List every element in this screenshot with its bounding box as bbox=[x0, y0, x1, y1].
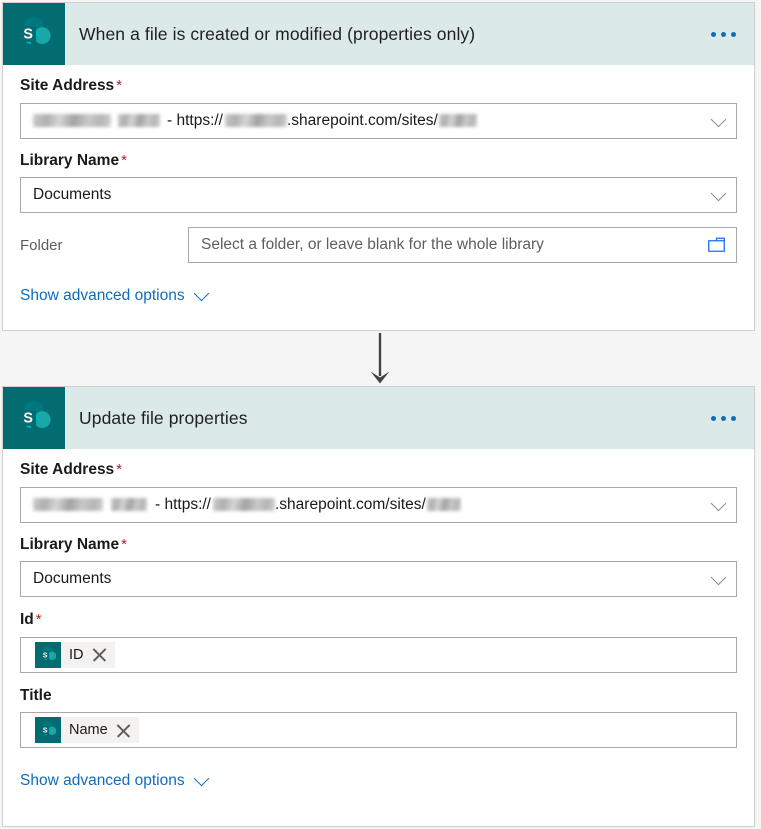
show-advanced-options-label: Show advanced options bbox=[20, 287, 185, 304]
required-marker: * bbox=[116, 77, 123, 94]
title-label: Title bbox=[20, 686, 52, 704]
required-marker: * bbox=[121, 535, 127, 553]
chevron-down-icon[interactable] bbox=[193, 285, 209, 302]
library-name-input[interactable]: Documents bbox=[20, 177, 737, 213]
advanced-options-row-trigger: Show advanced options bbox=[20, 263, 737, 305]
library-name-value: Documents bbox=[33, 186, 112, 203]
ellipsis-icon[interactable] bbox=[711, 31, 754, 37]
redacted-site-name-2 bbox=[118, 114, 160, 127]
folder-placeholder: Select a folder, or leave blank for the … bbox=[201, 236, 544, 253]
card-header-trigger[interactable]: When a file is created or modified (prop… bbox=[3, 3, 754, 65]
sharepoint-icon bbox=[3, 387, 65, 449]
chevron-down-icon[interactable] bbox=[710, 111, 727, 127]
id-input[interactable]: ID bbox=[20, 636, 737, 673]
close-icon[interactable] bbox=[91, 646, 108, 663]
site-address-input[interactable]: - https:// .sharepoint.com/sites/ bbox=[20, 102, 737, 139]
token-label: Name bbox=[69, 722, 108, 738]
chevron-down-icon[interactable] bbox=[193, 770, 209, 787]
required-marker: * bbox=[116, 461, 123, 478]
site-address-label: Site Address * bbox=[20, 77, 123, 94]
redacted-site-name bbox=[33, 114, 111, 127]
flow-designer-canvas: When a file is created or modified (prop… bbox=[0, 0, 761, 829]
redacted-tenant bbox=[213, 498, 275, 511]
redacted-site-name-2 bbox=[111, 498, 147, 511]
redacted-site-path bbox=[426, 498, 461, 511]
library-name-value: Documents bbox=[33, 570, 112, 587]
sharepoint-icon bbox=[35, 717, 61, 743]
redacted-site-name bbox=[33, 498, 103, 511]
folder-label: Folder bbox=[20, 236, 63, 254]
card-title-action: Update file properties bbox=[79, 407, 248, 428]
site-address-value: - https:// bbox=[155, 495, 211, 513]
folder-icon[interactable] bbox=[708, 237, 725, 252]
title-input[interactable]: Name bbox=[20, 712, 737, 748]
ellipsis-icon[interactable] bbox=[711, 415, 754, 421]
library-name-label: Library Name * bbox=[20, 151, 127, 169]
chevron-down-icon[interactable] bbox=[710, 495, 727, 511]
folder-input[interactable]: Select a folder, or leave blank for the … bbox=[188, 227, 737, 263]
chevron-down-icon[interactable] bbox=[710, 185, 727, 202]
site-address-suffix: .sharepoint.com/sites/ bbox=[287, 111, 438, 129]
card-body-trigger: Site Address * - https:// .sharepoint.com/… bbox=[3, 65, 754, 305]
advanced-options-row-action: Show advanced options bbox=[20, 748, 737, 790]
card-header-action[interactable]: Update file properties bbox=[3, 387, 754, 449]
redacted-tenant bbox=[225, 114, 287, 127]
field-library-name: Library Name * Documents bbox=[20, 523, 737, 597]
library-name-input[interactable]: Documents bbox=[20, 561, 737, 597]
show-advanced-options-link[interactable]: Show advanced options bbox=[20, 770, 209, 790]
redacted-site-path bbox=[438, 114, 477, 127]
token-label: ID bbox=[69, 646, 84, 663]
flow-card-trigger[interactable]: When a file is created or modified (prop… bbox=[2, 2, 755, 331]
show-advanced-options-label: Show advanced options bbox=[20, 772, 185, 789]
close-icon[interactable] bbox=[115, 722, 132, 739]
site-address-suffix: .sharepoint.com/sites/ bbox=[275, 495, 426, 513]
field-folder: Folder Select a folder, or leave blank f… bbox=[20, 213, 737, 263]
field-site-address: Site Address * - https:// .sharepoint.com/… bbox=[20, 449, 737, 523]
arrow-down-icon bbox=[370, 333, 390, 384]
site-address-value: - https:// bbox=[167, 111, 223, 129]
flow-card-action[interactable]: Update file properties Site Address * - h… bbox=[2, 386, 755, 827]
library-name-label: Library Name * bbox=[20, 535, 127, 553]
site-address-input[interactable]: - https:// .sharepoint.com/sites/ bbox=[20, 486, 737, 523]
card-body-action: Site Address * - https:// .sharepoint.com/… bbox=[3, 449, 754, 790]
required-marker: * bbox=[121, 151, 127, 169]
field-id: Id * ID bbox=[20, 597, 737, 673]
field-title: Title Name bbox=[20, 673, 737, 748]
card-title-trigger: When a file is created or modified (prop… bbox=[79, 23, 476, 44]
field-library-name: Library Name * Documents bbox=[20, 139, 737, 213]
sharepoint-icon bbox=[3, 3, 65, 65]
dynamic-content-token[interactable]: Name bbox=[35, 717, 139, 743]
show-advanced-options-link[interactable]: Show advanced options bbox=[20, 285, 209, 305]
id-label: Id * bbox=[20, 611, 42, 628]
chevron-down-icon[interactable] bbox=[710, 569, 727, 586]
required-marker: * bbox=[35, 611, 42, 628]
sharepoint-icon bbox=[35, 641, 61, 668]
field-site-address: Site Address * - https:// .sharepoint.com/… bbox=[20, 65, 737, 139]
site-address-label: Site Address * bbox=[20, 461, 123, 478]
dynamic-content-token[interactable]: ID bbox=[35, 641, 115, 668]
